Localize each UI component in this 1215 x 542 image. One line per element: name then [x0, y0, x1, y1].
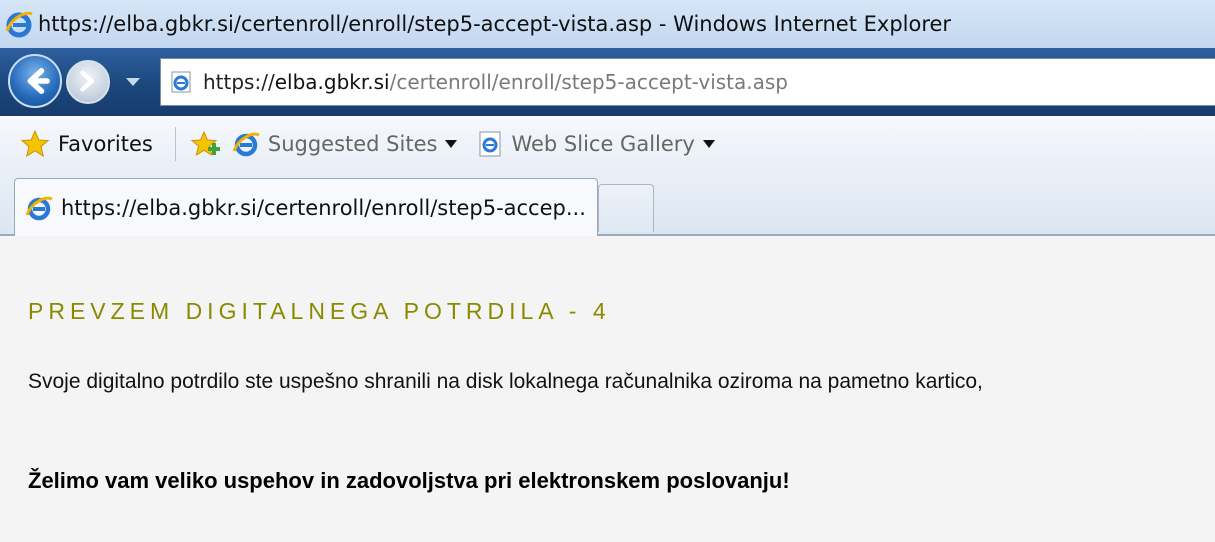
forward-arrow-icon: [80, 70, 94, 92]
url-scheme: https://: [203, 70, 275, 94]
suggested-sites-label: Suggested Sites: [267, 132, 438, 156]
tab-active[interactable]: https://elba.gbkr.si/certenroll/enroll/s…: [14, 178, 598, 236]
web-slice-gallery-button[interactable]: Web Slice Gallery: [457, 130, 715, 158]
url-domain: elba.gbkr.si: [274, 70, 390, 94]
ie-page-icon: [171, 71, 191, 93]
address-url[interactable]: https://elba.gbkr.si/certenroll/enroll/s…: [203, 70, 788, 94]
tab-row: https://elba.gbkr.si/certenroll/enroll/s…: [0, 172, 1215, 236]
web-slice-gallery-label: Web Slice Gallery: [511, 132, 695, 156]
success-message: Svoje digitalno potrdilo ste uspešno shr…: [28, 370, 983, 393]
new-tab-button[interactable]: [598, 184, 654, 232]
add-favorite-icon[interactable]: [190, 129, 222, 159]
address-bar[interactable]: https://elba.gbkr.si/certenroll/enroll/s…: [160, 58, 1215, 106]
favorites-button[interactable]: Favorites: [0, 129, 153, 159]
ie-logo-icon: [5, 11, 33, 38]
forward-button[interactable]: [66, 60, 110, 104]
chevron-down-icon: [445, 140, 458, 148]
page-content: PREVZEM DIGITALNEGA POTRDILA - 4 Svoje d…: [0, 236, 1215, 542]
wish-message: Želimo vam veliko uspehov in zadovoljstv…: [28, 468, 790, 493]
browser-window: https://elba.gbkr.si/certenroll/enroll/s…: [0, 0, 1215, 542]
favorites-label: Favorites: [58, 132, 153, 156]
history-dropdown-icon[interactable]: [124, 75, 142, 89]
ie-page-icon: [479, 131, 501, 157]
tab-title: https://elba.gbkr.si/certenroll/enroll/s…: [61, 195, 586, 220]
favorites-star-icon: [20, 129, 50, 158]
url-path: /certenroll/enroll/step5-accept-vista.as…: [389, 70, 788, 94]
navigation-bar: https://elba.gbkr.si/certenroll/enroll/s…: [0, 48, 1215, 116]
back-arrow-icon: [27, 68, 50, 94]
favorites-separator: [174, 127, 176, 161]
suggested-sites-button[interactable]: Suggested Sites: [222, 130, 458, 158]
back-button[interactable]: [8, 54, 62, 108]
chevron-down-icon: [702, 140, 715, 148]
title-bar: https://elba.gbkr.si/certenroll/enroll/s…: [0, 0, 1215, 48]
page-heading: PREVZEM DIGITALNEGA POTRDILA - 4: [28, 298, 611, 324]
window-title: https://elba.gbkr.si/certenroll/enroll/s…: [38, 12, 952, 36]
ie-logo-icon: [232, 132, 260, 157]
favorites-bar: Favorites Suggested Sites Web Slice Gall…: [0, 116, 1215, 172]
ie-logo-icon: [25, 196, 53, 220]
